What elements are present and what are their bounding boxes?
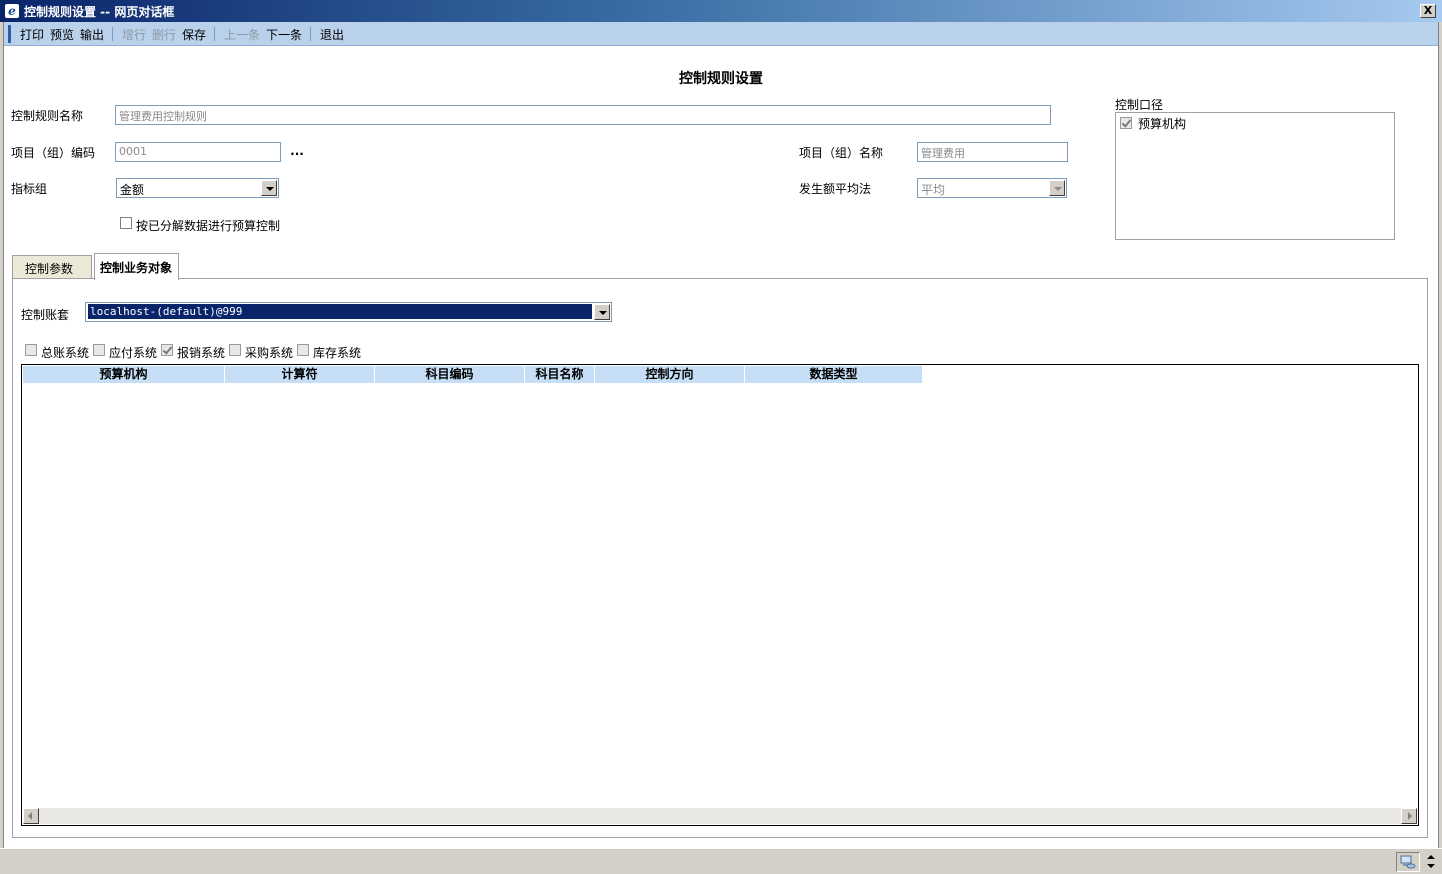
project-name-label: 项目（组）名称	[799, 146, 884, 160]
system-ap-checkbox[interactable]	[93, 344, 105, 356]
window-title: 控制规则设置 -- 网页对话框	[24, 5, 175, 19]
avg-method-select[interactable]: 平均	[917, 178, 1067, 198]
export-button[interactable]: 输出	[80, 26, 104, 43]
control-scope-label: 控制口径	[1115, 98, 1164, 112]
scroll-right-icon[interactable]	[1401, 808, 1417, 824]
add-row-button[interactable]: 增行	[122, 26, 146, 43]
status-scroll-icon[interactable]	[1424, 851, 1438, 873]
system-gl-checkbox[interactable]	[25, 344, 37, 356]
next-record-button[interactable]: 下一条	[266, 26, 302, 43]
column-header-subject-name[interactable]: 科目名称	[525, 366, 595, 383]
project-code-label: 项目（组）编码	[11, 146, 96, 160]
tab-control-params[interactable]: 控制参数	[12, 255, 92, 279]
account-set-value: localhost-(default)@999	[87, 303, 593, 320]
column-header-direction[interactable]: 控制方向	[595, 366, 745, 383]
rule-name-field[interactable]: 管理费用控制规则	[115, 105, 1051, 125]
project-browse-button[interactable]: ...	[287, 142, 307, 162]
toolbar-separator	[310, 27, 311, 41]
control-scope-list: 预算机构	[1115, 112, 1395, 240]
chevron-down-icon[interactable]	[1049, 180, 1065, 196]
column-header-operator[interactable]: 计算符	[225, 366, 375, 383]
status-bar	[0, 848, 1442, 874]
scope-org-checkbox[interactable]	[1120, 117, 1132, 129]
window-frame-right	[1438, 22, 1442, 874]
column-header-org[interactable]: 预算机构	[23, 366, 225, 383]
print-button[interactable]: 打印	[20, 26, 44, 43]
toolbar-separator	[214, 27, 215, 41]
indicator-group-value: 金额	[120, 183, 145, 197]
ie-icon: e	[5, 4, 19, 18]
rule-name-label: 控制规则名称	[11, 109, 84, 123]
column-header-subject-code[interactable]: 科目编码	[375, 366, 525, 383]
scroll-left-icon[interactable]	[23, 808, 39, 824]
system-gl-label: 总账系统	[41, 346, 90, 360]
project-name-field[interactable]: 管理费用	[917, 142, 1068, 162]
toolbar: 打印 预览 输出 增行 删行 保存 上一条 下一条 退出	[4, 22, 1438, 46]
computer-network-icon	[1396, 852, 1420, 872]
save-button[interactable]: 保存	[182, 26, 206, 43]
account-set-label: 控制账套	[21, 308, 70, 322]
system-purchase-checkbox[interactable]	[229, 344, 241, 356]
system-inventory-checkbox[interactable]	[297, 344, 309, 356]
toolbar-separator	[112, 27, 113, 41]
chevron-down-icon[interactable]	[594, 304, 610, 320]
system-inventory-label: 库存系统	[313, 346, 362, 360]
indicator-group-select[interactable]: 金额	[116, 178, 279, 198]
page-title: 控制规则设置	[679, 71, 763, 87]
system-purchase-label: 采购系统	[245, 346, 294, 360]
toolbar-grip	[8, 25, 11, 43]
window-title-bar: e 控制规则设置 -- 网页对话框 X	[0, 0, 1442, 22]
decomposed-data-label: 按已分解数据进行预算控制	[136, 219, 281, 233]
preview-button[interactable]: 预览	[50, 26, 74, 43]
chevron-down-icon[interactable]	[261, 180, 277, 196]
column-header-data-type[interactable]: 数据类型	[745, 366, 922, 383]
system-expense-label: 报销系统	[177, 346, 226, 360]
indicator-group-label: 指标组	[11, 182, 48, 196]
avg-method-value: 平均	[921, 183, 946, 197]
avg-method-label: 发生额平均法	[799, 182, 872, 196]
decomposed-data-checkbox[interactable]	[120, 217, 132, 229]
business-objects-grid: 预算机构 计算符 科目编码 科目名称 控制方向 数据类型	[21, 364, 1419, 826]
horizontal-scrollbar[interactable]	[23, 808, 1417, 824]
exit-button[interactable]: 退出	[320, 26, 344, 43]
close-button[interactable]: X	[1420, 4, 1436, 18]
scope-org-label: 预算机构	[1138, 117, 1187, 131]
project-code-field[interactable]: 0001	[115, 142, 281, 162]
prev-record-button[interactable]: 上一条	[224, 26, 260, 43]
delete-row-button[interactable]: 删行	[152, 26, 176, 43]
account-set-select[interactable]: localhost-(default)@999	[85, 302, 612, 322]
tab-business-objects[interactable]: 控制业务对象	[94, 253, 179, 280]
window-frame-left	[0, 22, 4, 874]
system-expense-checkbox[interactable]	[161, 344, 173, 356]
system-ap-label: 应付系统	[109, 346, 158, 360]
